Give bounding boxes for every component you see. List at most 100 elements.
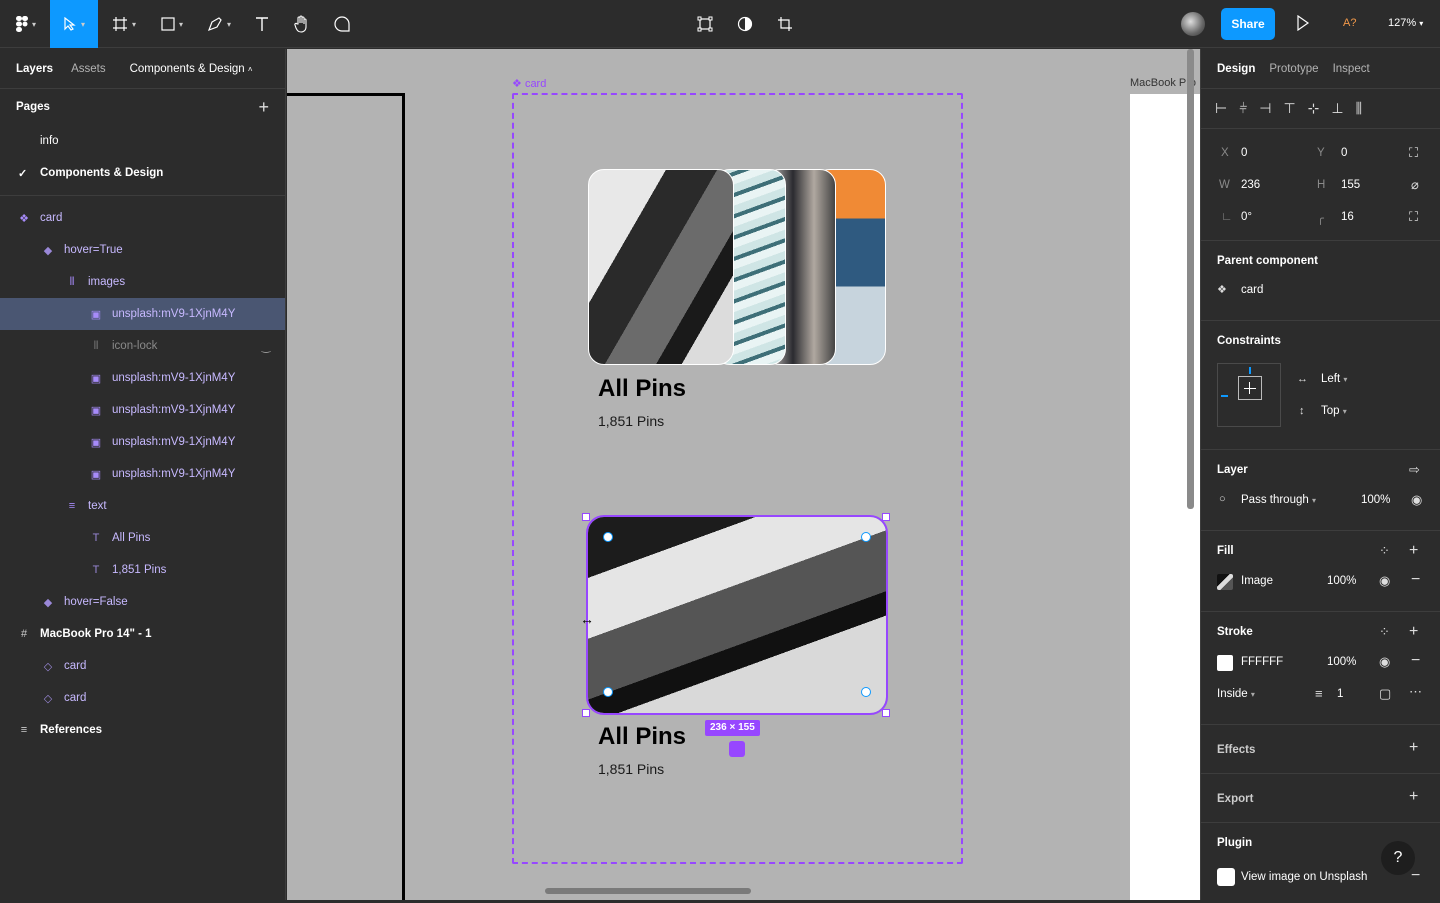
accessibility-badge[interactable]: A? [1343,17,1356,29]
layer-row[interactable]: ▣ unsplash:mV9-1XjnM4Y [0,394,285,426]
resize-handle[interactable] [582,709,590,717]
styles-icon[interactable]: ⁘ [1379,543,1390,559]
h-input[interactable]: 155 [1341,179,1360,191]
vertical-scrollbar[interactable] [1187,49,1194,509]
layer-row-hidden[interactable]: ⦀ icon-lock ‿ [0,330,285,362]
resize-handle[interactable] [882,513,890,521]
add-page-icon[interactable]: + [258,97,269,118]
add-stroke-icon[interactable]: + [1409,623,1418,641]
resize-handle[interactable] [582,513,590,521]
hand-tool-button[interactable] [288,0,316,48]
layer-row[interactable]: ≡ References [0,714,285,746]
constraints-widget[interactable] [1217,363,1281,427]
align-bottom-icon[interactable]: ⊥ [1331,100,1343,117]
auto-layout-handle-icon[interactable] [729,741,745,757]
frame-tool-button[interactable]: ▾ [104,0,144,48]
layer-row[interactable]: ◆ hover=False [0,586,285,618]
layer-row[interactable]: ◇ card [0,682,285,714]
constrain-proportions-icon[interactable]: ⌀ [1411,177,1419,193]
radius-handle[interactable] [603,532,613,542]
current-page-dropdown[interactable]: Components & Design ˄ [130,63,253,75]
rotation-input[interactable]: 0° [1241,211,1252,223]
share-button[interactable]: Share [1221,8,1275,40]
layer-row[interactable]: T All Pins [0,522,285,554]
main-menu-button[interactable]: ▾ [8,0,44,48]
eye-icon[interactable]: ◉ [1379,654,1390,670]
remove-fill-icon[interactable]: − [1411,571,1420,589]
card-subtitle[interactable]: 1,851 Pins [598,413,664,429]
layer-row[interactable]: # MacBook Pro 14" - 1 [0,618,285,650]
horizontal-constraint-dropdown[interactable]: Left ▾ [1321,373,1347,385]
layer-row[interactable]: T 1,851 Pins [0,554,285,586]
radius-handle[interactable] [603,687,613,697]
layer-row[interactable]: ⦀ images [0,266,285,298]
help-button[interactable]: ? [1381,841,1415,875]
x-input[interactable]: 0 [1241,147,1247,159]
remove-stroke-icon[interactable]: − [1411,652,1420,670]
image-fill-swatch[interactable] [1217,574,1233,590]
eye-icon[interactable]: ◉ [1379,573,1390,589]
stroke-position-dropdown[interactable]: Inside ▾ [1217,688,1255,700]
present-button[interactable] [1296,14,1310,34]
tab-prototype[interactable]: Prototype [1269,63,1318,75]
distribute-icon[interactable]: ⫼ [1356,100,1362,117]
zoom-dropdown[interactable]: 127% ▾ [1388,17,1423,29]
tab-layers[interactable]: Layers [16,63,53,75]
layer-row[interactable]: ❖ card [0,202,285,234]
page-item-components[interactable]: ✓ Components & Design [0,157,285,189]
align-right-icon[interactable]: ⊣ [1259,100,1271,117]
add-fill-icon[interactable]: + [1409,542,1418,560]
offscreen-frame[interactable] [287,93,405,900]
individual-strokes-icon[interactable]: ▢ [1379,686,1391,702]
text-tool-button[interactable] [248,0,276,48]
align-top-icon[interactable]: ⊤ [1283,100,1295,117]
align-center-v-icon[interactable]: ⊹ [1308,100,1320,117]
add-effect-icon[interactable]: + [1409,739,1418,757]
contrast-button[interactable] [732,0,758,48]
remove-plugin-icon[interactable]: − [1411,867,1420,885]
stroke-opacity-input[interactable]: 100% [1327,656,1356,668]
layer-row[interactable]: ◇ card [0,650,285,682]
component-label[interactable]: ❖ card [512,77,546,90]
avatar[interactable] [1181,12,1205,36]
layer-row[interactable]: ▣ unsplash:mV9-1XjnM4Y [0,362,285,394]
page-item-info[interactable]: info [0,125,285,157]
tab-assets[interactable]: Assets [71,63,106,75]
layer-row[interactable]: ▣ unsplash:mV9-1XjnM4Y [0,458,285,490]
fill-opacity-input[interactable]: 100% [1327,575,1356,587]
crop-button[interactable] [772,0,798,48]
stroke-color-swatch[interactable] [1217,655,1233,671]
styles-icon[interactable]: ⁘ [1379,624,1390,640]
resize-handle[interactable] [882,709,890,717]
layer-opacity-input[interactable]: 100% [1361,494,1390,506]
go-to-main-icon[interactable]: ⇨ [1409,462,1420,478]
card-subtitle[interactable]: 1,851 Pins [598,761,664,777]
eye-icon[interactable]: ◉ [1411,492,1422,508]
tab-design[interactable]: Design [1217,63,1255,75]
align-left-icon[interactable]: ⊢ [1215,100,1227,117]
eye-closed-icon[interactable]: ‿ [258,338,274,354]
shape-tool-button[interactable]: ▾ [152,0,192,48]
pen-tool-button[interactable]: ▾ [198,0,240,48]
move-tool-button[interactable]: ▾ [50,0,98,48]
w-input[interactable]: 236 [1241,179,1260,191]
radius-input[interactable]: 16 [1341,211,1354,223]
comment-tool-button[interactable] [328,0,356,48]
layer-row[interactable]: ≡ text [0,490,285,522]
layer-row[interactable]: ▣ unsplash:mV9-1XjnM4Y [0,426,285,458]
vertical-constraint-dropdown[interactable]: Top ▾ [1321,405,1347,417]
horizontal-scrollbar[interactable] [545,888,751,894]
component-tools-button[interactable] [692,0,718,48]
blend-mode-dropdown[interactable]: Pass through ▾ [1241,494,1316,506]
radius-handle[interactable] [861,687,871,697]
independent-corners-icon[interactable]: ⛶ [1409,209,1418,225]
image-stack[interactable] [588,169,886,365]
layer-row[interactable]: ◆ hover=True [0,234,285,266]
tab-inspect[interactable]: Inspect [1333,63,1370,75]
radius-handle[interactable] [861,532,871,542]
card-title[interactable]: All Pins [598,375,686,403]
stroke-color-input[interactable]: FFFFFF [1241,656,1283,668]
y-input[interactable]: 0 [1341,147,1347,159]
fill-type[interactable]: Image [1241,575,1273,587]
card-title[interactable]: All Pins [598,723,686,751]
